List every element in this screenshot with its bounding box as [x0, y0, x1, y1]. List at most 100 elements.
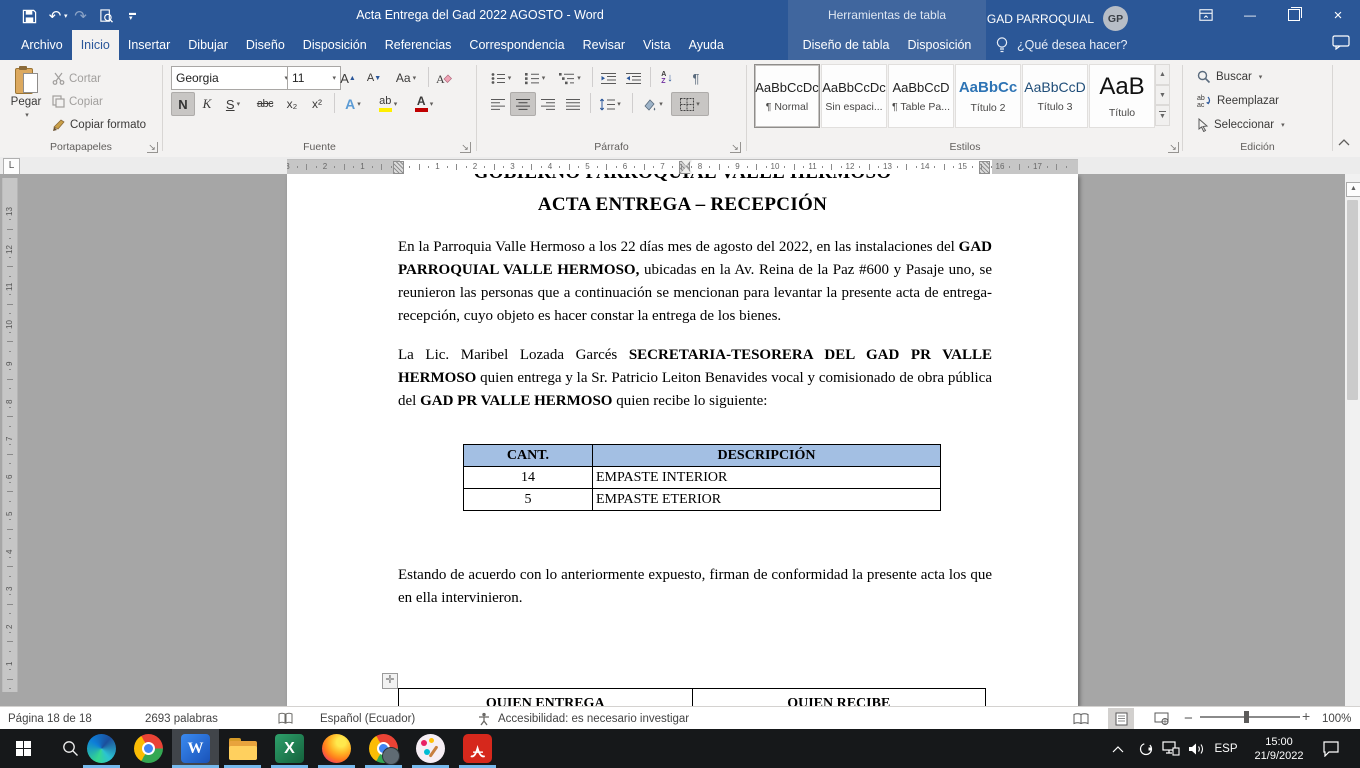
- ribbon-display-options-button[interactable]: [1184, 0, 1228, 30]
- taskbar-excel[interactable]: X: [266, 729, 313, 768]
- underline-button[interactable]: S▾: [218, 92, 248, 116]
- restore-button[interactable]: [1272, 0, 1316, 30]
- taskbar-acrobat[interactable]: [454, 729, 501, 768]
- accessibility-icon[interactable]: [477, 707, 491, 730]
- superscript-button[interactable]: x²: [304, 92, 330, 116]
- taskbar-edge[interactable]: [78, 729, 125, 768]
- tab-archivo[interactable]: Archivo: [12, 30, 72, 60]
- text-effects-button[interactable]: A▾: [337, 92, 369, 116]
- highlight-color-button[interactable]: ab▾: [370, 92, 406, 116]
- format-painter-button[interactable]: Copiar formato: [52, 114, 146, 135]
- table-column-marker[interactable]: [393, 161, 404, 174]
- show-paragraph-marks-button[interactable]: ¶: [683, 66, 709, 90]
- taskbar-file-explorer[interactable]: [219, 729, 266, 768]
- account-info[interactable]: GAD PARROQUIAL GP: [987, 6, 1128, 31]
- style-titulo-2[interactable]: AaBbCc Título 2: [955, 64, 1021, 128]
- start-button[interactable]: [0, 729, 47, 768]
- tab-inicio[interactable]: Inicio: [72, 30, 119, 60]
- clipboard-dialog-launcher[interactable]: ↘: [147, 142, 158, 153]
- style-table-paragraph[interactable]: AaBbCcD ¶ Table Pa...: [888, 64, 954, 128]
- tab-diseno[interactable]: Diseño: [237, 30, 294, 60]
- line-spacing-button[interactable]: ▾: [593, 92, 627, 116]
- tray-network-icon[interactable]: [1158, 729, 1183, 768]
- minimize-button[interactable]: —: [1228, 0, 1272, 30]
- proofing-icon[interactable]: [278, 707, 293, 730]
- tab-revisar[interactable]: Revisar: [574, 30, 634, 60]
- borders-button[interactable]: ▾: [671, 92, 709, 116]
- paste-button[interactable]: Pegar ▾: [7, 64, 45, 138]
- word-count[interactable]: 2693 palabras: [145, 707, 218, 730]
- zoom-in-button[interactable]: +: [1302, 708, 1310, 724]
- tray-language-indicator[interactable]: ESP: [1210, 729, 1242, 768]
- tab-selector[interactable]: L: [3, 158, 20, 175]
- action-center-icon[interactable]: [1318, 729, 1343, 768]
- replace-button[interactable]: abac Reemplazar: [1197, 94, 1279, 108]
- taskbar-word-active[interactable]: W: [172, 729, 219, 768]
- taskbar-paint[interactable]: [407, 729, 454, 768]
- numbering-button[interactable]: ▾: [519, 66, 551, 90]
- tray-onedrive-icon[interactable]: [1133, 729, 1158, 768]
- tab-correspondencia[interactable]: Correspondencia: [460, 30, 573, 60]
- shrink-font-button[interactable]: A▼: [361, 66, 387, 90]
- table-move-handle[interactable]: ✛: [382, 673, 398, 689]
- language-indicator[interactable]: Español (Ecuador): [320, 707, 415, 730]
- tab-disposicion[interactable]: Disposición: [294, 30, 376, 60]
- tab-vista[interactable]: Vista: [634, 30, 680, 60]
- zoom-level[interactable]: 100%: [1322, 707, 1351, 730]
- horizontal-ruler[interactable]: 3211234567891011121314151617: [287, 159, 1078, 175]
- hanging-indent-marker[interactable]: [681, 167, 691, 173]
- subscript-button[interactable]: x₂: [279, 92, 305, 116]
- font-dialog-launcher[interactable]: ↘: [460, 142, 471, 153]
- copy-button[interactable]: Copiar: [52, 91, 103, 112]
- align-center-button[interactable]: [510, 92, 536, 116]
- zoom-out-button[interactable]: −: [1184, 707, 1193, 730]
- customize-qat-button[interactable]: ▬▾: [120, 5, 146, 27]
- tab-diseno-de-tabla[interactable]: Diseño de tabla: [794, 30, 899, 60]
- tray-clock[interactable]: 15:00 21/9/2022: [1246, 729, 1312, 768]
- style-titulo-3[interactable]: AaBbCcD Título 3: [1022, 64, 1088, 128]
- web-layout-button[interactable]: [1148, 708, 1174, 729]
- tab-ayuda[interactable]: Ayuda: [680, 30, 733, 60]
- change-case-button[interactable]: Aa▾: [389, 66, 423, 90]
- tray-volume-icon[interactable]: [1184, 729, 1209, 768]
- styles-scroll-down-button[interactable]: ▼: [1155, 85, 1170, 106]
- vertical-scrollbar[interactable]: ▲: [1345, 174, 1360, 706]
- font-size-select[interactable]: 11▾: [287, 66, 341, 90]
- tab-disposicion-tabla[interactable]: Disposición: [898, 30, 980, 60]
- zoom-slider-thumb[interactable]: [1244, 711, 1249, 723]
- style-sin-espaciado[interactable]: AaBbCcDc Sin espaci...: [821, 64, 887, 128]
- bullets-button[interactable]: ▾: [485, 66, 517, 90]
- vertical-ruler[interactable]: 13121110987654321: [2, 178, 18, 692]
- grow-font-button[interactable]: A▲: [335, 66, 361, 90]
- read-mode-button[interactable]: [1068, 708, 1094, 729]
- taskbar-chrome[interactable]: [125, 729, 172, 768]
- redo-button[interactable]: ↷: [68, 5, 94, 27]
- find-button[interactable]: Buscar▾: [1197, 70, 1262, 84]
- zoom-slider-track[interactable]: [1200, 716, 1300, 718]
- collapse-ribbon-button[interactable]: [1338, 138, 1350, 146]
- shading-button[interactable]: ▾: [635, 92, 669, 116]
- style-titulo[interactable]: AaB Título: [1089, 64, 1155, 128]
- justify-button[interactable]: [560, 92, 586, 116]
- taskbar-firefox[interactable]: [313, 729, 360, 768]
- close-button[interactable]: ×: [1316, 0, 1360, 30]
- bold-button[interactable]: N: [171, 92, 195, 116]
- tell-me-search[interactable]: ¿Qué desea hacer?: [995, 30, 1128, 60]
- styles-scroll-up-button[interactable]: ▲: [1155, 64, 1170, 85]
- sort-button[interactable]: AZ↓: [653, 66, 681, 90]
- strikethrough-button[interactable]: abc: [251, 92, 279, 116]
- style-normal[interactable]: AaBbCcDc ¶ Normal: [754, 64, 820, 128]
- multilevel-list-button[interactable]: ▾: [553, 66, 587, 90]
- increase-indent-button[interactable]: [620, 66, 646, 90]
- scrollbar-thumb[interactable]: [1347, 200, 1358, 400]
- document-page[interactable]: GOBIERNO PARROQUIAL VALLE HERMOSO ACTA E…: [287, 174, 1078, 706]
- align-left-button[interactable]: [485, 92, 511, 116]
- print-layout-button[interactable]: [1108, 708, 1134, 729]
- font-family-select[interactable]: Georgia▾: [171, 66, 293, 90]
- avatar[interactable]: GP: [1103, 6, 1128, 31]
- align-right-button[interactable]: [535, 92, 561, 116]
- select-button[interactable]: Seleccionar▾: [1197, 118, 1285, 132]
- font-color-button[interactable]: A▾: [407, 92, 441, 116]
- tray-show-hidden-icon[interactable]: [1105, 729, 1130, 768]
- save-button[interactable]: [16, 5, 42, 27]
